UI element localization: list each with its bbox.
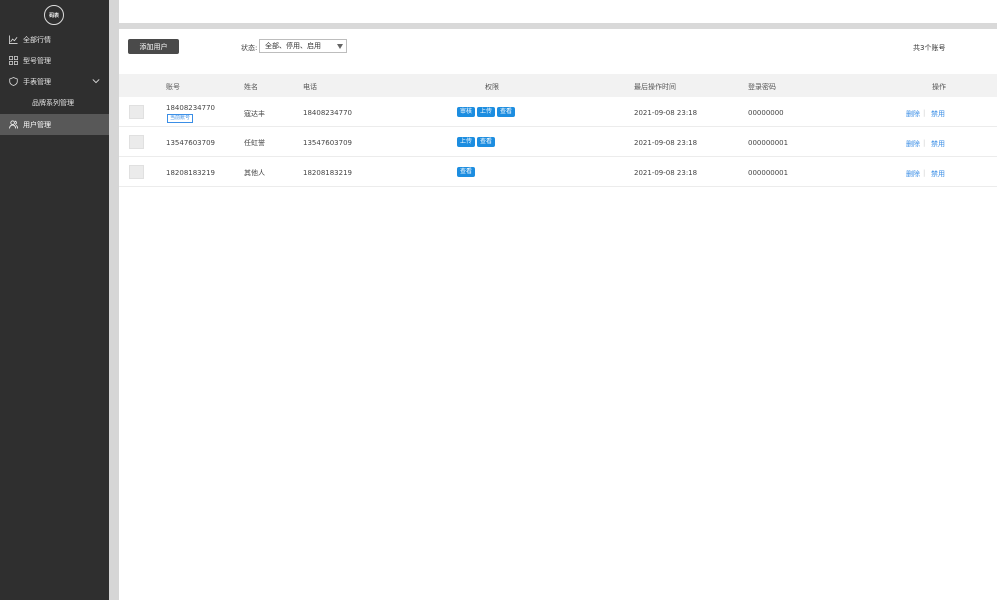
sidebar-item-brand-series[interactable]: 品牌系列管理 bbox=[0, 92, 109, 113]
account-count: 共3个账号 bbox=[913, 44, 946, 52]
line-chart-icon bbox=[9, 35, 18, 44]
cell-last-time: 2021-09-08 23:18 bbox=[634, 169, 698, 177]
table-row: 13547603709 任虹誉 13547603709 上传 查看 2021-09… bbox=[119, 127, 997, 157]
cell-phone: 18408234770 bbox=[303, 109, 352, 117]
cell-account: 18208183219 bbox=[166, 169, 215, 177]
table-row: 18208183219 其他人 18208183219 查看 2021-09-0… bbox=[119, 157, 997, 187]
cell-phone: 18208183219 bbox=[303, 169, 352, 177]
cell-account: 18408234770 bbox=[166, 104, 215, 112]
header-account: 账号 bbox=[166, 83, 180, 91]
row-checkbox[interactable] bbox=[129, 135, 144, 149]
sidebar-item-label: 全部行情 bbox=[23, 35, 51, 44]
users-icon bbox=[9, 120, 18, 129]
cell-password: 000000001 bbox=[748, 169, 789, 177]
disable-link[interactable]: 禁用 bbox=[931, 169, 945, 179]
header-name: 姓名 bbox=[244, 83, 258, 91]
status-filter-value: 全部、停用、启用 bbox=[265, 42, 321, 50]
cell-password: 000000001 bbox=[748, 139, 789, 147]
disable-link[interactable]: 禁用 bbox=[931, 139, 945, 149]
header-operations: 操作 bbox=[932, 83, 946, 91]
layout-gutter bbox=[109, 0, 119, 600]
top-bar bbox=[119, 0, 997, 23]
cell-password: 00000000 bbox=[748, 109, 784, 117]
permission-tag-upload[interactable]: 上传 bbox=[477, 107, 496, 117]
disable-link[interactable]: 禁用 bbox=[931, 109, 945, 119]
sidebar-item-market[interactable]: 全部行情 bbox=[0, 29, 109, 50]
sidebar: 码表 全部行情 型号管理 手表管理 品牌系列管理 用户管理 bbox=[0, 0, 109, 600]
sidebar-item-label: 用户管理 bbox=[23, 120, 51, 129]
current-account-badge: 当前账号 bbox=[167, 114, 194, 123]
sidebar-item-models[interactable]: 型号管理 bbox=[0, 50, 109, 71]
op-separator: | bbox=[923, 139, 926, 147]
chevron-down-icon[interactable] bbox=[92, 77, 100, 85]
op-separator: | bbox=[923, 109, 926, 117]
delete-link[interactable]: 删除 bbox=[906, 139, 920, 149]
cell-name: 任虹誉 bbox=[244, 139, 265, 147]
permission-tag-view[interactable]: 查看 bbox=[457, 167, 476, 177]
cell-last-time: 2021-09-08 23:18 bbox=[634, 139, 698, 147]
sidebar-item-watches[interactable]: 手表管理 bbox=[0, 71, 109, 92]
cell-last-time: 2021-09-08 23:18 bbox=[634, 109, 698, 117]
cell-name: 其他人 bbox=[244, 169, 265, 177]
delete-link[interactable]: 删除 bbox=[906, 109, 920, 119]
header-password: 登录密码 bbox=[748, 83, 776, 91]
status-filter-label: 状态: bbox=[241, 44, 258, 52]
header-last-operation-time: 最后操作时间 bbox=[634, 83, 676, 91]
sidebar-item-label: 手表管理 bbox=[23, 77, 51, 86]
status-filter-select[interactable]: 全部、停用、启用 bbox=[259, 39, 347, 53]
header-phone: 电话 bbox=[303, 83, 317, 91]
header-permissions: 权限 bbox=[485, 83, 499, 91]
permission-tag-upload[interactable]: 上传 bbox=[457, 137, 476, 147]
cell-name: 寇达丰 bbox=[244, 110, 265, 118]
permission-tag-review[interactable]: 审核 bbox=[457, 107, 476, 117]
cell-permissions: 上传 查看 bbox=[457, 137, 497, 147]
table-row: 18408234770 当前账号 寇达丰 18408234770 审核 上传 查看 … bbox=[119, 97, 997, 127]
grid-icon bbox=[9, 56, 18, 65]
permission-tag-view[interactable]: 查看 bbox=[497, 107, 516, 117]
cell-permissions: 查看 bbox=[457, 167, 477, 177]
delete-link[interactable]: 删除 bbox=[906, 169, 920, 179]
sidebar-item-users[interactable]: 用户管理 bbox=[0, 114, 109, 135]
add-user-button[interactable]: 添加用户 bbox=[128, 39, 179, 54]
cell-account: 13547603709 bbox=[166, 139, 215, 147]
logo[interactable]: 码表 bbox=[44, 5, 64, 25]
row-checkbox[interactable] bbox=[129, 105, 144, 119]
shield-icon bbox=[9, 77, 18, 86]
cell-phone: 13547603709 bbox=[303, 139, 352, 147]
table-header: 账号 姓名 电话 权限 最后操作时间 登录密码 操作 bbox=[119, 74, 997, 97]
caret-down-icon bbox=[337, 44, 343, 49]
row-checkbox[interactable] bbox=[129, 165, 144, 179]
sidebar-item-label: 型号管理 bbox=[23, 56, 51, 65]
main-panel: 添加用户 状态: 全部、停用、启用 共3个账号 账号 姓名 电话 权限 最后操作… bbox=[119, 29, 997, 600]
cell-permissions: 审核 上传 查看 bbox=[457, 107, 517, 117]
op-separator: | bbox=[923, 169, 926, 177]
permission-tag-view[interactable]: 查看 bbox=[477, 137, 496, 147]
sidebar-item-label: 品牌系列管理 bbox=[32, 98, 74, 107]
